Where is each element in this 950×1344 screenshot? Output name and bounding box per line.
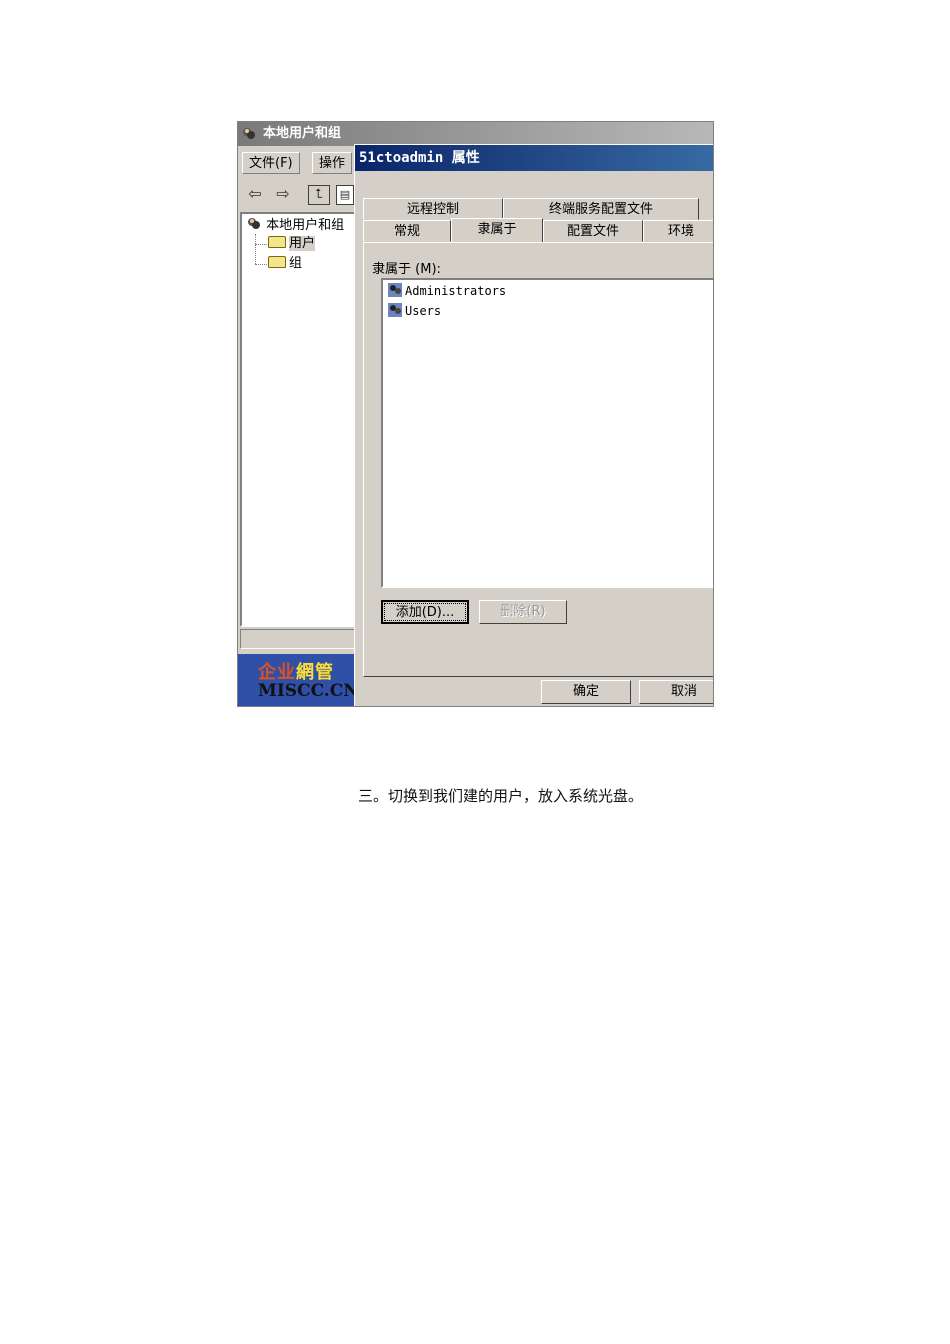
local-users-app-icon — [243, 128, 255, 139]
tree-item-groups[interactable]: 组 — [268, 255, 302, 273]
group-icon — [388, 283, 402, 297]
add-button[interactable]: 添加(D)... — [381, 600, 469, 624]
screenshot: 本地用户和组 文件(F) 操作 ⇦ ⇨ ⮤ ▤ 本地用户和组 用户 组 企业網管 — [237, 121, 714, 707]
tab-general[interactable]: 常规 — [363, 220, 451, 242]
tab-profile[interactable]: 配置文件 — [543, 220, 643, 242]
properties-dialog: 51ctoadmin 属性 远程控制 终端服务配置文件 常规 隶属于 配置文件 … — [354, 144, 713, 706]
tab-terminal-services-profile[interactable]: 终端服务配置文件 — [503, 198, 699, 220]
up-folder-icon[interactable]: ⮤ — [308, 185, 330, 205]
tree-root-label: 本地用户和组 — [266, 218, 345, 233]
mmc-title-bar: 本地用户和组 — [238, 122, 713, 146]
remove-button[interactable]: 删除(R) — [479, 600, 567, 624]
tab-member-of[interactable]: 隶属于 — [451, 218, 543, 242]
list-item[interactable]: Users — [387, 302, 441, 320]
watermark-logo: 企业網管 MISCC.CN — [238, 654, 359, 706]
local-users-icon — [248, 218, 260, 229]
group-name: Users — [405, 304, 442, 318]
tab-environment[interactable]: 环境 — [643, 220, 713, 242]
group-list[interactable]: Administrators Users — [381, 278, 713, 588]
list-item[interactable]: Administrators — [387, 282, 506, 300]
logo-en: MISCC.CN — [258, 681, 359, 701]
member-of-label: 隶属于 (M): — [372, 262, 441, 277]
menu-action[interactable]: 操作 — [312, 152, 353, 174]
forward-arrow-icon[interactable]: ⇨ — [272, 183, 294, 205]
tab-remote-control[interactable]: 远程控制 — [363, 198, 503, 220]
cancel-button[interactable]: 取消 — [639, 680, 713, 704]
tree-item-users-label: 用户 — [289, 236, 316, 251]
ok-button[interactable]: 确定 — [541, 680, 631, 704]
folder-icon — [268, 256, 286, 268]
console-tree: 本地用户和组 用户 组 — [240, 212, 358, 627]
caption: 三。切换到我们建的用户，放入系统光盘。 — [358, 787, 644, 805]
tree-root[interactable]: 本地用户和组 — [246, 216, 344, 234]
back-arrow-icon[interactable]: ⇦ — [244, 183, 266, 205]
mmc-title: 本地用户和组 — [263, 126, 342, 141]
group-icon — [388, 303, 402, 317]
open-folder-icon — [268, 236, 286, 248]
tree-item-groups-label: 组 — [289, 256, 303, 271]
status-bar — [240, 629, 358, 649]
console-tree-icon[interactable]: ▤ — [336, 185, 354, 205]
group-name: Administrators — [405, 284, 507, 298]
menu-file[interactable]: 文件(F) — [242, 152, 300, 174]
dialog-title: 51ctoadmin 属性 — [355, 145, 713, 171]
menubar: 文件(F) 操作 — [238, 150, 358, 176]
tree-item-users[interactable]: 用户 — [268, 235, 316, 253]
toolbar: ⇦ ⇨ ⮤ ▤ — [238, 180, 358, 208]
